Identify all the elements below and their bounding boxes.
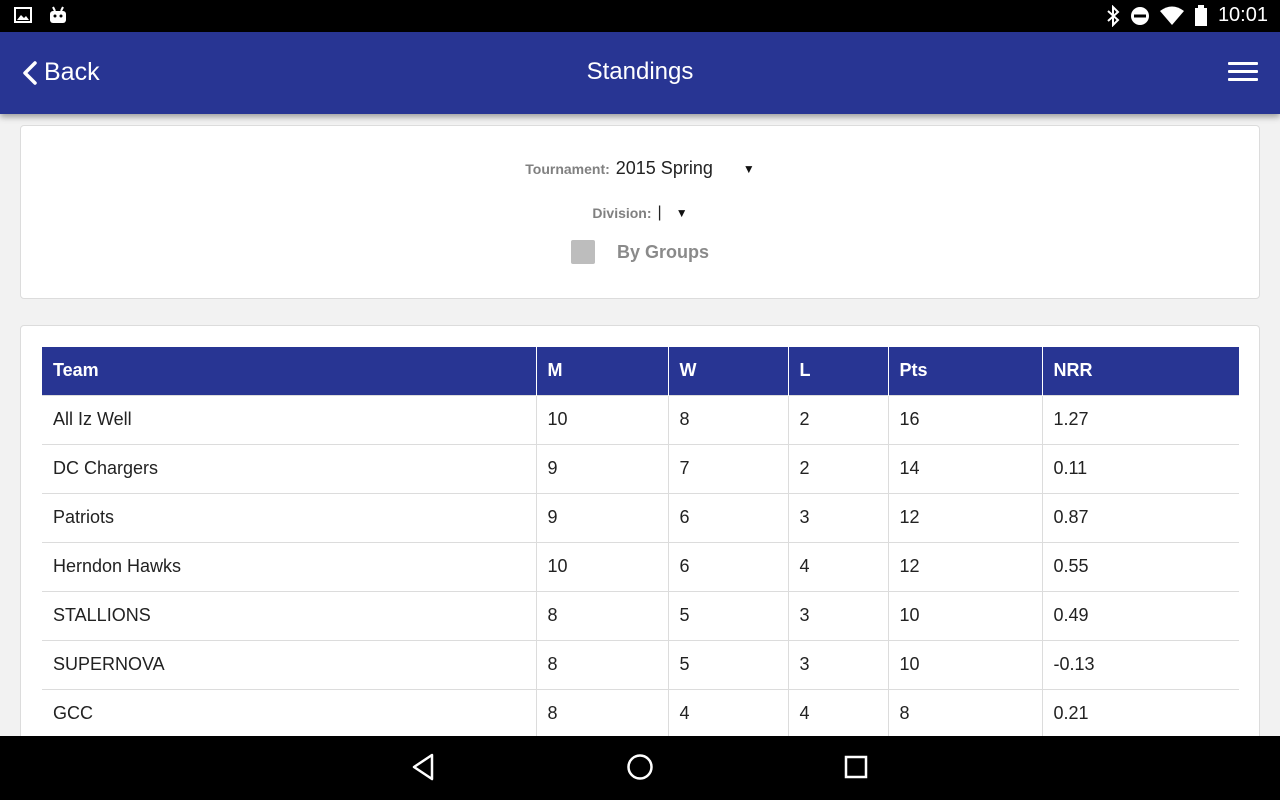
filter-card: Tournament: 2015 Spring ▼ Division: | ▼ … [20, 125, 1260, 299]
nrr-cell: -0.13 [1042, 639, 1239, 689]
losses-cell: 2 [788, 443, 889, 493]
column-header-losses[interactable]: L [788, 347, 889, 395]
by-groups-row: By Groups [21, 240, 1259, 264]
matches-cell: 8 [536, 639, 669, 689]
points-cell: 12 [888, 492, 1043, 542]
dropdown-arrow-icon: ▼ [742, 161, 755, 176]
tournament-label: Tournament: [525, 160, 610, 177]
by-groups-label: By Groups [616, 241, 709, 262]
losses-cell: 3 [788, 639, 889, 689]
status-bar: 10:01 [0, 0, 1280, 32]
clock: 10:01 [1217, 4, 1268, 26]
column-header-team[interactable]: Team [42, 347, 537, 395]
points-cell: 14 [888, 443, 1043, 493]
home-circle-icon[interactable] [625, 752, 655, 782]
losses-cell: 4 [788, 541, 889, 591]
division-label: Division: [592, 205, 652, 221]
wins-cell: 5 [668, 639, 789, 689]
table-header-row: Team M W L Pts NRR [42, 347, 1239, 395]
points-cell: 10 [888, 590, 1043, 640]
wins-cell: 6 [668, 541, 789, 591]
wins-cell: 6 [668, 492, 789, 542]
nrr-cell: 1.27 [1042, 394, 1239, 444]
division-value: | [657, 204, 662, 221]
team-name: Patriots [42, 492, 537, 542]
team-name: STALLIONS [42, 590, 537, 640]
matches-cell: 9 [536, 492, 669, 542]
navigation-bar [0, 736, 1280, 800]
table-row[interactable]: Herndon Hawks 10 6 4 12 0.55 [42, 541, 1239, 591]
table-row[interactable]: GCC 8 4 4 8 0.21 [42, 688, 1239, 738]
matches-cell: 10 [536, 541, 669, 591]
wins-cell: 5 [668, 590, 789, 640]
nrr-cell: 0.21 [1042, 688, 1239, 738]
standings-card: Team M W L Pts NRR All Iz Well 10 8 2 16… [20, 325, 1260, 745]
losses-cell: 2 [788, 394, 889, 444]
team-name: DC Chargers [42, 443, 537, 493]
column-header-points[interactable]: Pts [888, 347, 1043, 395]
team-name: All Iz Well [42, 394, 537, 444]
matches-cell: 10 [536, 394, 669, 444]
battery-icon [1194, 4, 1207, 26]
column-header-matches[interactable]: M [536, 347, 669, 395]
team-name: SUPERNOVA [42, 639, 537, 689]
wins-cell: 7 [668, 443, 789, 493]
bluetooth-icon [1107, 4, 1120, 27]
points-cell: 12 [888, 541, 1043, 591]
nrr-cell: 0.49 [1042, 590, 1239, 640]
table-row[interactable]: DC Chargers 9 7 2 14 0.11 [42, 443, 1239, 493]
points-cell: 16 [888, 394, 1043, 444]
points-cell: 10 [888, 639, 1043, 689]
losses-cell: 3 [788, 492, 889, 542]
division-row: Division: | ▼ [21, 204, 1259, 222]
points-cell: 8 [888, 688, 1043, 738]
table-row[interactable]: STALLIONS 8 5 3 10 0.49 [42, 590, 1239, 640]
standings-table: Team M W L Pts NRR All Iz Well 10 8 2 16… [42, 347, 1239, 738]
by-groups-checkbox[interactable] [570, 240, 595, 264]
table-row[interactable]: SUPERNOVA 8 5 3 10 -0.13 [42, 639, 1239, 689]
matches-cell: 9 [536, 443, 669, 493]
menu-icon[interactable] [1228, 62, 1258, 84]
back-triangle-icon[interactable] [410, 752, 436, 782]
do-not-disturb-icon [1130, 6, 1149, 25]
nrr-cell: 0.55 [1042, 541, 1239, 591]
team-name: GCC [42, 688, 537, 738]
tournament-row: Tournament: 2015 Spring ▼ [21, 158, 1259, 179]
dropdown-arrow-icon: ▼ [675, 206, 688, 220]
column-header-wins[interactable]: W [668, 347, 789, 395]
nrr-cell: 0.87 [1042, 492, 1239, 542]
wins-cell: 8 [668, 394, 789, 444]
image-icon [14, 7, 32, 23]
losses-cell: 3 [788, 590, 889, 640]
matches-cell: 8 [536, 590, 669, 640]
recents-square-icon[interactable] [842, 752, 870, 782]
android-icon [50, 6, 66, 23]
division-select[interactable]: | ▼ [658, 204, 688, 222]
nrr-cell: 0.11 [1042, 443, 1239, 493]
column-header-nrr[interactable]: NRR [1042, 347, 1239, 395]
wins-cell: 4 [668, 688, 789, 738]
matches-cell: 8 [536, 688, 669, 738]
tournament-value: 2015 Spring [615, 158, 713, 178]
table-row[interactable]: Patriots 9 6 3 12 0.87 [42, 492, 1239, 542]
wifi-icon [1159, 6, 1184, 25]
page-title: Standings [586, 58, 694, 85]
team-name: Herndon Hawks [42, 541, 537, 591]
losses-cell: 4 [788, 688, 889, 738]
app-bar: Back Standings [0, 32, 1280, 114]
table-row[interactable]: All Iz Well 10 8 2 16 1.27 [42, 394, 1239, 444]
tournament-select[interactable]: 2015 Spring ▼ [616, 158, 755, 179]
